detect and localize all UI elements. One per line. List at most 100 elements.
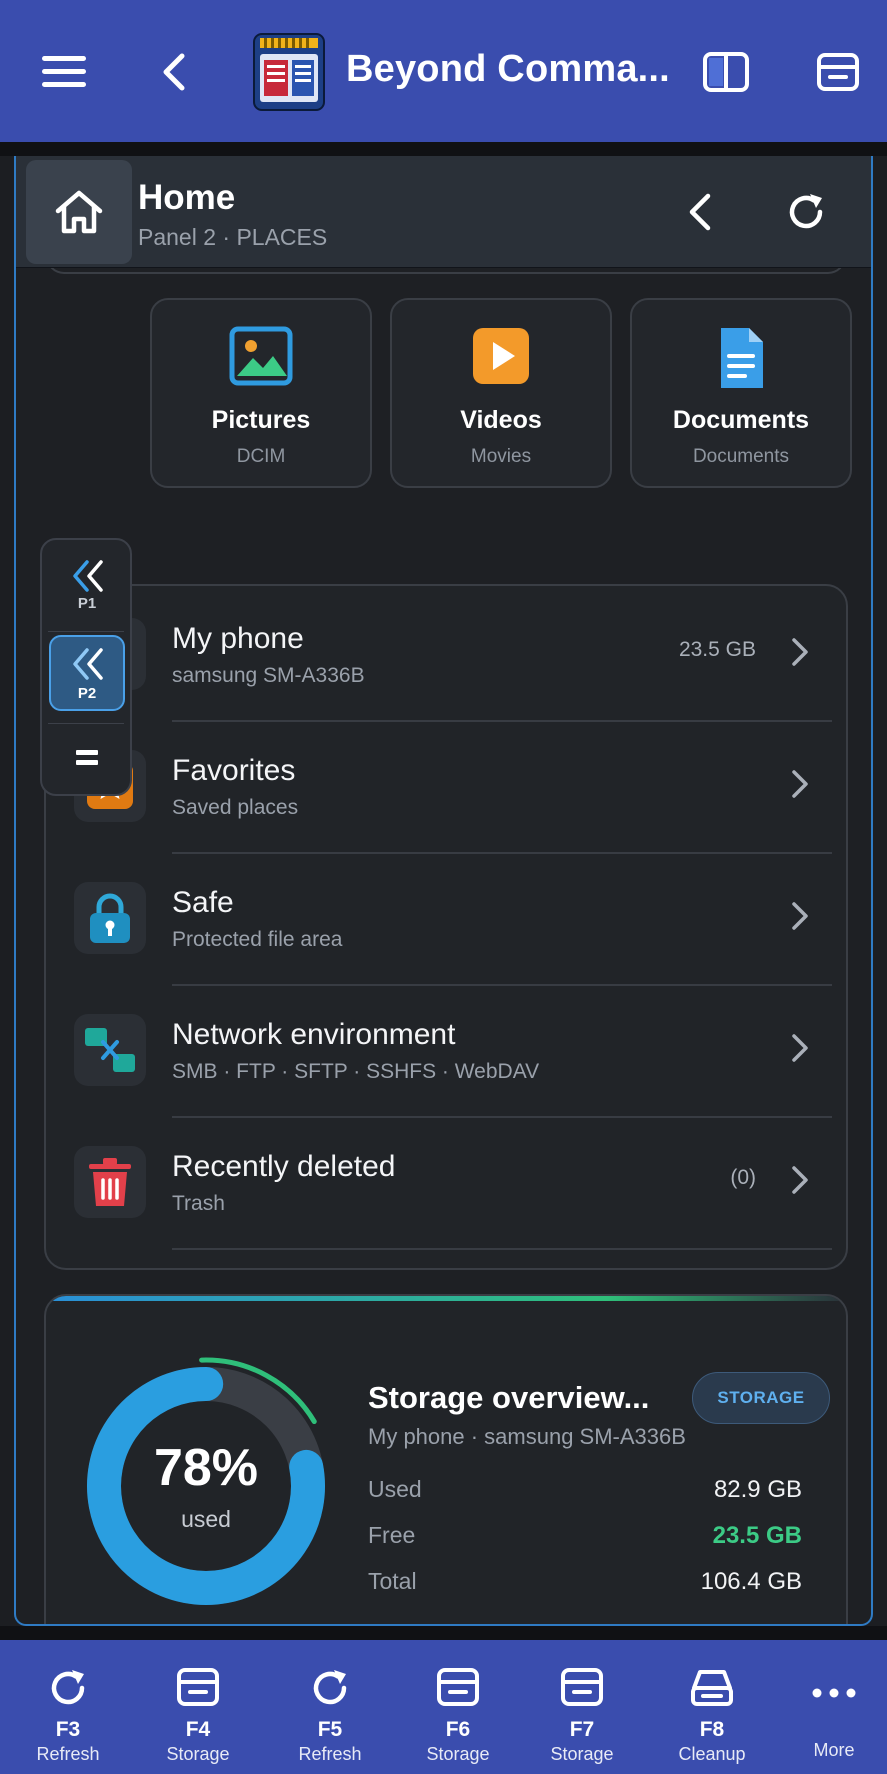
app-bar: Beyond Comma... (0, 0, 887, 142)
tile-documents[interactable]: Documents Documents (630, 298, 852, 488)
place-name: Safe (172, 886, 234, 919)
separator (0, 1626, 887, 1640)
function-key-bar: F3 Refresh F4 Storage F5 Refresh F6 Stor… (0, 1640, 887, 1774)
place-name: Recently deleted (172, 1150, 396, 1183)
usage-caption: used (181, 1506, 231, 1532)
more-icon (782, 1688, 886, 1730)
f7-storage-button[interactable]: F7 Storage (528, 1640, 636, 1774)
equals-icon (76, 750, 98, 765)
storage-overview-card[interactable]: 78% used Storage overview... My phone · … (44, 1294, 848, 1624)
place-safe[interactable]: Safe Protected file area (46, 854, 846, 986)
fkey-label: Cleanup (678, 1744, 746, 1764)
network-icon (74, 1014, 146, 1086)
storage-free-value: 23.5 GB (712, 1522, 802, 1549)
place-subtitle: SMB · FTP · SFTP · SSHFS · WebDAV (172, 1060, 540, 1083)
place-subtitle: samsung SM-A336B (172, 664, 365, 687)
f8-cleanup-button[interactable]: F8 Cleanup (658, 1640, 766, 1774)
app-logo-icon (250, 30, 328, 114)
lock-icon (74, 882, 146, 954)
storage-badge[interactable]: STORAGE (692, 1372, 830, 1424)
tile-subtitle: DCIM (236, 446, 286, 467)
place-name: My phone (172, 622, 304, 655)
back-icon[interactable] (672, 184, 728, 240)
fkey-label: Storage (166, 1744, 230, 1764)
storage-icon (404, 1668, 512, 1710)
tile-title: Documents (672, 406, 810, 434)
refresh-icon (276, 1668, 384, 1710)
storage-total-label: Total (368, 1568, 417, 1594)
card-accent-bar (46, 1296, 846, 1301)
storage-used-value: 82.9 GB (713, 1476, 802, 1503)
divider (48, 723, 124, 724)
refresh-icon[interactable] (778, 184, 834, 240)
place-subtitle: Saved places (172, 796, 299, 819)
f6-storage-button[interactable]: F6 Storage (404, 1640, 512, 1774)
separator (0, 142, 887, 156)
chevron-right-icon (782, 1162, 818, 1198)
f3-refresh-button[interactable]: F3 Refresh (14, 1640, 122, 1774)
place-my-phone[interactable]: My phone samsung SM-A336B 23.5 GB (46, 590, 846, 722)
tile-pictures[interactable]: Pictures DCIM (150, 298, 372, 488)
refresh-icon (14, 1668, 122, 1710)
page-title: Home (138, 178, 236, 217)
f4-storage-button[interactable]: F4 Storage (144, 1640, 252, 1774)
storage-icon (144, 1668, 252, 1710)
usage-percent: 78% (153, 1439, 259, 1497)
page-subtitle: Panel 2 · PLACES (138, 224, 328, 250)
divider (172, 1248, 832, 1250)
place-value: (0) (730, 1166, 756, 1189)
place-name: Network environment (172, 1018, 456, 1051)
storage-free-label: Free (368, 1522, 416, 1548)
fkey-label: More (813, 1740, 855, 1760)
fkey-label: Storage (550, 1744, 614, 1764)
document-icon (632, 326, 850, 390)
fkey-label: Storage (426, 1744, 490, 1764)
storage-title: Storage overview... (368, 1380, 650, 1415)
fkey-label: Refresh (298, 1744, 362, 1764)
storage-subtitle: My phone · samsung SM-A336B (368, 1424, 686, 1449)
chevron-right-icon (782, 898, 818, 934)
image-icon (152, 326, 370, 390)
home-button[interactable] (26, 160, 132, 264)
place-name: Favorites (172, 754, 296, 787)
fkey-number: F4 (185, 1718, 211, 1741)
place-favorites[interactable]: Favorites Saved places (46, 722, 846, 854)
fkey-number: F8 (699, 1718, 725, 1741)
dual-panel-icon[interactable] (690, 36, 762, 108)
trash-icon (74, 1146, 146, 1218)
home-icon (55, 190, 103, 234)
place-network[interactable]: Network environment SMB · FTP · SFTP · S… (46, 986, 846, 1118)
double-chevron-left-icon (73, 560, 103, 592)
panel-2-button[interactable]: P2 (49, 635, 125, 711)
storage-used-label: Used (368, 1476, 422, 1502)
tile-videos[interactable]: Videos Movies (390, 298, 612, 488)
storage-icon (528, 1668, 636, 1710)
divider (48, 631, 124, 632)
place-recently-deleted[interactable]: Recently deleted Trash (0) (46, 1118, 846, 1250)
fkey-number: F7 (569, 1718, 595, 1741)
place-subtitle: Protected file area (172, 928, 343, 951)
panel-2-label: P2 (77, 685, 97, 702)
fkey-number: F3 (55, 1718, 81, 1741)
tile-title: Videos (460, 406, 542, 434)
f5-refresh-button[interactable]: F5 Refresh (276, 1640, 384, 1774)
tile-subtitle: Movies (470, 446, 532, 467)
panel-switcher: P1 P2 (40, 538, 132, 796)
panel-1-button[interactable]: P1 (49, 547, 125, 623)
fkey-number: F5 (317, 1718, 343, 1741)
fkey-number: F6 (445, 1718, 471, 1741)
fkey-label: Refresh (36, 1744, 100, 1764)
app-title: Beyond Comma... (346, 48, 670, 90)
more-button[interactable]: More (782, 1640, 886, 1774)
equal-panels-button[interactable] (49, 726, 125, 790)
storage-icon[interactable] (802, 36, 874, 108)
menu-icon[interactable] (28, 36, 100, 108)
back-icon[interactable] (138, 36, 210, 108)
chevron-right-icon (782, 634, 818, 670)
cleanup-icon (658, 1668, 766, 1710)
places-list: My phone samsung SM-A336B 23.5 GB Favori… (44, 584, 848, 1270)
chevron-right-icon (782, 766, 818, 802)
double-chevron-left-icon (73, 648, 103, 680)
storage-total-value: 106.4 GB (700, 1568, 802, 1595)
place-subtitle: Trash (172, 1192, 225, 1215)
